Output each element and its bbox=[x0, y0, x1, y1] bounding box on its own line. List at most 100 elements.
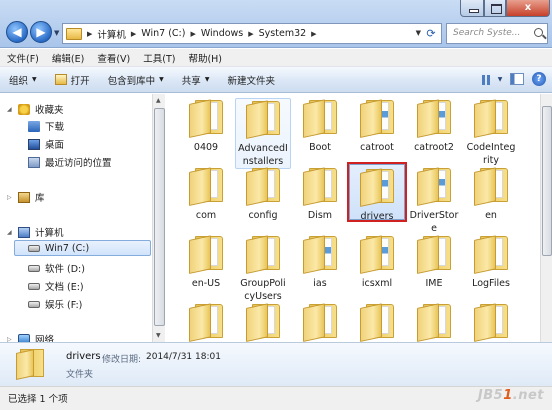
nav-desktop[interactable]: 桌面 bbox=[28, 136, 64, 152]
nav-drive-e[interactable]: 文档 (E:) bbox=[28, 278, 84, 294]
include-in-library-button[interactable]: 包含到库中 ▼ bbox=[108, 73, 164, 87]
menu-edit[interactable]: 编辑(E) bbox=[52, 51, 84, 65]
scroll-up-icon[interactable]: ▲ bbox=[156, 97, 161, 104]
folder-label: catroot2 bbox=[414, 142, 454, 153]
nav-favorites[interactable]: ◢ 收藏夹 bbox=[7, 101, 64, 117]
folder-item[interactable]: config bbox=[235, 166, 291, 222]
folder-item[interactable]: migration bbox=[349, 302, 405, 342]
folder-item[interactable]: LogFiles bbox=[463, 234, 519, 290]
folder-icon bbox=[189, 166, 223, 206]
breadcrumb-windows[interactable]: Windows bbox=[201, 28, 243, 39]
close-button[interactable]: x bbox=[506, 0, 550, 17]
refresh-icon[interactable]: ⟳ bbox=[423, 26, 439, 41]
file-list: 0409 AdvancedI nstallers Boot catroot catroot… bbox=[166, 94, 540, 342]
chevron-right-icon[interactable]: ▶ bbox=[311, 30, 316, 38]
scrollbar-thumb[interactable] bbox=[542, 106, 552, 256]
menu-file[interactable]: 文件(F) bbox=[7, 51, 39, 65]
folder-item[interactable]: catroot2 bbox=[406, 98, 462, 154]
folder-item[interactable]: Microsoft bbox=[292, 302, 348, 342]
details-name: drivers bbox=[66, 351, 101, 362]
menu-help[interactable]: 帮助(H) bbox=[188, 51, 222, 65]
folder-item[interactable]: AdvancedI nstallers bbox=[235, 98, 291, 169]
menu-tools[interactable]: 工具(T) bbox=[143, 51, 175, 65]
folder-item[interactable]: Macrome bbox=[178, 302, 234, 342]
recent-pages-dropdown-icon[interactable]: ▼ bbox=[54, 29, 59, 37]
back-button[interactable]: ◀ bbox=[6, 21, 28, 43]
caret-down-icon[interactable]: ◢ bbox=[7, 229, 13, 236]
nav-network[interactable]: ▷ 网络 bbox=[7, 331, 54, 342]
chevron-down-icon[interactable]: ▼ bbox=[416, 29, 421, 37]
chevron-right-icon[interactable]: ▶ bbox=[87, 30, 92, 38]
folder-icon bbox=[417, 166, 451, 206]
breadcrumb-drive-c[interactable]: Win7 (C:) bbox=[141, 28, 185, 39]
open-folder-icon bbox=[54, 74, 67, 85]
back-arrow-icon: ◀ bbox=[12, 25, 22, 39]
nav-downloads[interactable]: 下载 bbox=[28, 118, 64, 134]
folder-item[interactable]: en bbox=[463, 166, 519, 222]
open-button[interactable]: 打开 bbox=[54, 73, 90, 87]
nav-computer-label: 计算机 bbox=[35, 228, 64, 239]
caret-right-icon[interactable]: ▷ bbox=[7, 194, 13, 201]
folder-item[interactable]: com bbox=[178, 166, 234, 222]
search-icon[interactable] bbox=[534, 28, 543, 37]
nav-drive-f[interactable]: 娱乐 (F:) bbox=[28, 296, 82, 312]
view-mode-dropdown[interactable]: ▼ bbox=[496, 71, 504, 88]
folder-item[interactable]: catroot bbox=[349, 98, 405, 154]
folder-item[interactable]: MUI bbox=[463, 302, 519, 342]
nav-computer[interactable]: ◢ 计算机 bbox=[7, 224, 64, 240]
details-modified-date: 2014/7/31 18:01 bbox=[146, 352, 221, 362]
chevron-right-icon[interactable]: ▶ bbox=[190, 30, 195, 38]
nav-drive-d[interactable]: 软件 (D:) bbox=[28, 260, 85, 276]
folder-icon bbox=[303, 98, 337, 138]
folder-item[interactable]: Dism bbox=[292, 166, 348, 222]
folder-label: catroot bbox=[360, 142, 394, 153]
folder-item[interactable]: manifestst bbox=[235, 302, 291, 342]
breadcrumb-computer[interactable]: 计算机 bbox=[97, 27, 126, 41]
nav-drive-c[interactable]: Win7 (C:) bbox=[14, 240, 151, 256]
folder-icon bbox=[303, 234, 337, 274]
folder-icon bbox=[246, 234, 280, 274]
menu-view[interactable]: 查看(V) bbox=[97, 51, 130, 65]
scroll-down-icon[interactable]: ▼ bbox=[156, 332, 161, 339]
folder-item[interactable]: DriverStor e bbox=[406, 166, 462, 235]
open-label: 打开 bbox=[70, 75, 90, 87]
file-list-scrollbar[interactable] bbox=[540, 94, 552, 342]
nav-libraries[interactable]: ▷ 库 bbox=[7, 189, 45, 205]
drive-icon bbox=[28, 264, 40, 272]
help-icon[interactable]: ? bbox=[532, 72, 546, 86]
folder-label: Boot bbox=[309, 142, 331, 153]
organize-button[interactable]: 组织 ▼ bbox=[9, 73, 37, 87]
chevron-right-icon[interactable]: ▶ bbox=[131, 30, 136, 38]
folder-item[interactable]: en-US bbox=[178, 234, 234, 290]
folder-item[interactable]: Msdtc bbox=[406, 302, 462, 342]
folder-item[interactable]: CodeInteg rity bbox=[463, 98, 519, 167]
download-icon bbox=[28, 120, 40, 132]
folder-item[interactable]: GroupPoli cyUsers bbox=[235, 234, 291, 303]
breadcrumb-system32[interactable]: System32 bbox=[259, 28, 307, 39]
nav-drive-c-label: Win7 (C:) bbox=[45, 242, 90, 254]
star-icon bbox=[18, 103, 30, 115]
folder-label: config bbox=[248, 210, 278, 221]
folder-icon bbox=[16, 348, 46, 380]
folder-item[interactable]: IME bbox=[406, 234, 462, 290]
folder-item[interactable]: Boot bbox=[292, 98, 348, 154]
folder-item[interactable]: 0409 bbox=[178, 98, 234, 154]
new-folder-button[interactable]: 新建文件夹 bbox=[227, 73, 275, 87]
search-input[interactable]: Search Syste... bbox=[446, 23, 548, 44]
folder-item[interactable]: icsxml bbox=[349, 234, 405, 290]
share-button[interactable]: 共享 ▼ bbox=[182, 73, 210, 87]
nav-recent[interactable]: 最近访问的位置 bbox=[28, 154, 112, 170]
maximize-button[interactable] bbox=[484, 0, 506, 17]
nav-pane-scrollbar[interactable]: ▲ ▼ bbox=[152, 94, 165, 342]
folder-item[interactable]: drivers bbox=[347, 162, 407, 222]
minimize-button[interactable] bbox=[460, 0, 484, 17]
folder-item[interactable]: ias bbox=[292, 234, 348, 290]
forward-button[interactable]: ▶ bbox=[30, 21, 52, 43]
caret-down-icon[interactable]: ◢ bbox=[7, 106, 13, 113]
nav-downloads-label: 下载 bbox=[45, 122, 65, 133]
preview-pane-icon[interactable] bbox=[510, 73, 524, 85]
scrollbar-thumb[interactable] bbox=[154, 108, 165, 326]
address-bar[interactable]: ▶ 计算机 ▶ Win7 (C:) ▶ Windows ▶ System32 ▶… bbox=[62, 23, 442, 44]
chevron-right-icon[interactable]: ▶ bbox=[248, 30, 253, 38]
view-mode-icon[interactable] bbox=[478, 71, 496, 88]
